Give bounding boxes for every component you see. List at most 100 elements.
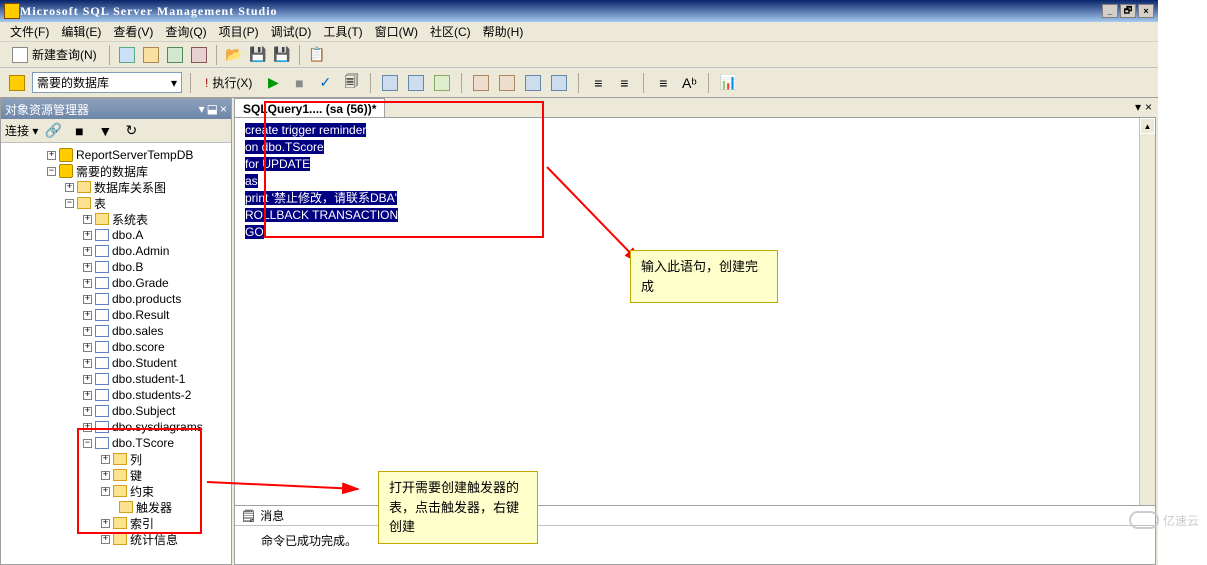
tree-node[interactable]: +列 [1,451,231,467]
tool-icon[interactable]: 🗐 [340,72,362,94]
code-line: on dbo.TScore [245,140,324,154]
tree-node[interactable]: +dbo.score [1,339,231,355]
code-line: as [245,174,258,188]
check-icon[interactable]: ✓ [314,72,336,94]
tool-icon[interactable]: ■ [68,120,90,142]
tree-node[interactable]: +dbo.products [1,291,231,307]
execute-button[interactable]: ! 执行(X) [199,74,258,91]
tree-node[interactable]: +约束 [1,483,231,499]
message-icon: 🗒 [241,509,256,523]
new-query-button[interactable]: 新建查询(N) [6,46,103,63]
menu-window[interactable]: 窗口(W) [369,23,424,40]
menu-debug[interactable]: 调试(D) [265,23,318,40]
open-icon[interactable]: 📂 [223,44,245,66]
tree-node[interactable]: +dbo.sales [1,323,231,339]
tree-node[interactable]: +ReportServerTempDB [1,147,231,163]
tool-icon[interactable] [522,72,544,94]
dropdown-icon[interactable]: ▾ [199,102,205,116]
save-icon[interactable]: 💾 [247,44,269,66]
scrollbar[interactable]: ▲ ▼ [1139,118,1155,551]
watermark: 亿速云 [1129,511,1199,529]
tool-icon[interactable] [379,72,401,94]
tool-icon[interactable]: ≡ [652,72,674,94]
messages-tab-label[interactable]: 消息 [260,507,284,524]
indent-icon[interactable]: ≡ [587,72,609,94]
database-select[interactable]: 需要的数据库 ▾ [32,72,182,93]
tool-icon[interactable] [496,72,518,94]
tab-close-icon[interactable]: × [1145,100,1152,114]
tree-node-tscore[interactable]: −dbo.TScore [1,435,231,451]
code-line: for UPDATE [245,157,310,171]
tree-node[interactable]: −表 [1,195,231,211]
window-title: Microsoft SQL Server Management Studio [20,4,1100,19]
annotation-text: 打开需要创建触发器的表，点击触发器，右键创建 [378,471,538,544]
code-line: GO [245,225,264,239]
code-line: ROLLBACK TRANSACTION [245,208,398,222]
tree-node[interactable]: +dbo.student-1 [1,371,231,387]
scroll-up-icon[interactable]: ▲ [1140,118,1155,134]
tree-node[interactable]: +dbo.students-2 [1,387,231,403]
menu-edit[interactable]: 编辑(E) [55,23,107,40]
object-tree[interactable]: +ReportServerTempDB −需要的数据库 +数据库关系图 −表 +… [1,143,231,564]
editor-tab[interactable]: SQLQuery1.... (sa (56))* [234,98,385,118]
tool-icon[interactable]: 📋 [306,44,328,66]
tree-node[interactable]: +dbo.Student [1,355,231,371]
tree-node[interactable]: −需要的数据库 [1,163,231,179]
tab-dropdown-icon[interactable]: ▾ [1135,100,1141,114]
refresh-icon[interactable]: ↻ [120,120,142,142]
menu-bar: 文件(F) 编辑(E) 查看(V) 查询(Q) 项目(P) 调试(D) 工具(T… [0,22,1158,42]
tree-node[interactable]: +系统表 [1,211,231,227]
filter-icon[interactable]: ▼ [94,120,116,142]
messages-pane: 🗒 消息 命令已成功完成。 [234,505,1156,565]
outdent-icon[interactable]: ≡ [613,72,635,94]
minimize-button[interactable]: _ [1102,4,1118,18]
close-icon[interactable]: × [220,102,227,116]
menu-community[interactable]: 社区(C) [424,23,477,40]
chevron-down-icon: ▾ [171,76,177,90]
sql-editor[interactable]: create trigger reminder on dbo.TScore fo… [234,117,1156,552]
tool-icon[interactable] [431,72,453,94]
tool-icon[interactable]: Aᵇ [678,72,700,94]
tool-icon[interactable] [116,44,138,66]
title-bar: Microsoft SQL Server Management Studio _… [0,0,1158,22]
connect-bar: 连接 ▾ 🔗 ■ ▼ ↻ [1,119,231,143]
tab-label: SQLQuery1.... (sa (56))* [243,102,376,116]
stop-icon[interactable]: ■ [288,72,310,94]
connect-button[interactable]: 连接 ▾ [5,122,38,139]
tool-icon[interactable] [405,72,427,94]
panel-title: 对象资源管理器 ▾ ⬓ × [1,99,231,119]
tree-node[interactable]: +dbo.Result [1,307,231,323]
tree-node[interactable]: +dbo.A [1,227,231,243]
menu-file[interactable]: 文件(F) [4,23,55,40]
tool-icon[interactable] [140,44,162,66]
menu-view[interactable]: 查看(V) [107,23,159,40]
tree-node[interactable]: +数据库关系图 [1,179,231,195]
tree-node[interactable]: +dbo.Subject [1,403,231,419]
tree-node[interactable]: +统计信息 [1,531,231,547]
tree-node[interactable]: +dbo.B [1,259,231,275]
db-icon[interactable] [6,72,28,94]
tree-node[interactable]: +索引 [1,515,231,531]
tree-node[interactable]: +dbo.sysdiagrams [1,419,231,435]
menu-help[interactable]: 帮助(H) [477,23,530,40]
code-line: print '禁止修改，请联系DBA' [245,191,397,205]
menu-project[interactable]: 项目(P) [213,23,265,40]
tool-icon[interactable]: 📊 [717,72,739,94]
restore-button[interactable]: 🗗 [1120,4,1136,18]
tree-node[interactable]: +dbo.Grade [1,275,231,291]
tree-node[interactable]: +dbo.Admin [1,243,231,259]
database-select-value: 需要的数据库 [37,74,109,91]
tool-icon[interactable] [188,44,210,66]
tree-node[interactable]: +键 [1,467,231,483]
tool-icon[interactable]: 🔗 [42,120,64,142]
tool-icon[interactable] [164,44,186,66]
tree-node-triggers[interactable]: 触发器 [1,499,231,515]
close-button[interactable]: × [1138,4,1154,18]
menu-tools[interactable]: 工具(T) [317,23,368,40]
save-all-icon[interactable]: 💾 [271,44,293,66]
pin-icon[interactable]: ⬓ [207,102,218,116]
menu-query[interactable]: 查询(Q) [159,23,212,40]
tool-icon[interactable] [548,72,570,94]
tool-icon[interactable] [470,72,492,94]
play-icon[interactable]: ▶ [262,72,284,94]
